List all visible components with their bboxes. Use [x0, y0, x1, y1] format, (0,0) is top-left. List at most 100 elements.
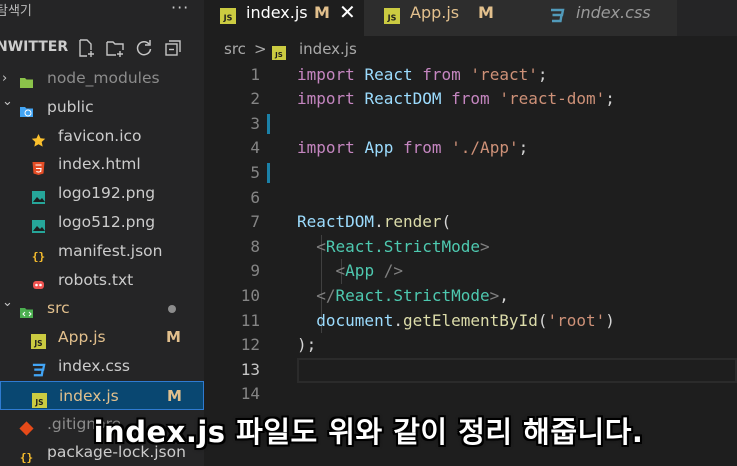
line-number: 10: [240, 285, 260, 305]
js-icon: JS: [220, 6, 236, 24]
line-number: 4: [250, 138, 260, 158]
line-number: 11: [240, 310, 260, 330]
code-token: React.StrictMode: [325, 236, 481, 256]
line-number: 13: [240, 359, 260, 379]
gutter-change-marker: [267, 113, 270, 134]
code-token: 'react-dom': [499, 89, 606, 109]
code-line[interactable]: ReactDOM.render(: [297, 210, 451, 235]
code-token: ;: [518, 138, 529, 158]
svg-text:JS: JS: [274, 51, 283, 59]
node-folder-icon: [19, 71, 34, 88]
more-actions-icon[interactable]: ···: [171, 0, 189, 17]
code-line[interactable]: <App />: [297, 259, 403, 284]
code-token: ;: [537, 64, 548, 84]
code-token: React: [364, 64, 413, 84]
tree-item-index-css[interactable]: index.css: [0, 352, 204, 381]
image-icon: [31, 215, 46, 233]
code-line[interactable]: );: [297, 333, 316, 358]
tree-item-favicon-ico[interactable]: favicon.ico: [0, 122, 204, 151]
tree-item-label: favicon.ico: [58, 126, 142, 145]
collapse-all-icon[interactable]: [163, 38, 183, 58]
tab-modified-badge: M: [314, 3, 330, 22]
code-token: from: [422, 64, 461, 84]
tree-item-robots-txt[interactable]: robots.txt: [0, 266, 204, 295]
code-token: App: [364, 138, 394, 158]
tab-app-js[interactable]: JS App.js M: [364, 0, 527, 36]
tree-item-label: index.css: [58, 357, 131, 375]
code-token: App: [345, 261, 375, 281]
explorer-title: 탐색기: [0, 4, 32, 19]
explorer-sidebar: 탐색기 ··· NWITTER › node_modules ⌄ public favi…: [0, 0, 204, 466]
tab-label: App.js: [410, 3, 460, 22]
image-icon: [31, 186, 46, 205]
tree-item-app-js[interactable]: JS App.js M: [0, 323, 204, 352]
code-line[interactable]: import ReactDOM from 'react-dom';: [297, 87, 615, 112]
tab-label: index.css: [576, 3, 651, 22]
globe-folder-icon: [19, 100, 34, 117]
line-number: 6: [250, 187, 260, 207]
explorer-project-header[interactable]: NWITTER: [0, 36, 204, 62]
css-icon: [31, 359, 46, 377]
chevron-down-icon[interactable]: ⌄: [2, 288, 13, 317]
new-file-icon[interactable]: [76, 38, 96, 58]
breadcrumb-folder[interactable]: src: [224, 36, 246, 62]
code-line[interactable]: </React.StrictMode>,: [297, 284, 509, 309]
line-number: 8: [250, 236, 260, 256]
breadcrumb-file[interactable]: index.js: [299, 36, 357, 62]
refresh-icon[interactable]: [134, 38, 154, 58]
modified-dot-icon: [168, 305, 176, 314]
star-icon: [31, 129, 46, 147]
new-folder-icon[interactable]: [105, 38, 125, 58]
current-line-highlight: [297, 357, 737, 383]
js-icon: JS: [384, 6, 400, 24]
line-number: 12: [240, 335, 260, 355]
tree-item-label: src: [47, 299, 70, 318]
tree-item-index-html[interactable]: index.html: [0, 150, 204, 179]
tree-item-logo192-png[interactable]: logo192.png: [0, 179, 204, 208]
code-line[interactable]: import App from './App';: [297, 136, 528, 161]
project-name: NWITTER: [0, 39, 69, 55]
code-token: />: [383, 261, 403, 281]
code-token: >: [489, 285, 500, 305]
code-line[interactable]: <React.StrictMode>: [297, 235, 490, 260]
tree-item-node-modules[interactable]: › node_modules: [0, 64, 204, 93]
tree-item-label: logo192.png: [58, 184, 156, 203]
tree-item-manifest-json[interactable]: {} manifest.json: [0, 237, 204, 266]
git-modified-badge: M: [166, 328, 181, 347]
code-line[interactable]: import React from 'react';: [297, 63, 548, 88]
code-token: import: [297, 89, 355, 109]
code-token: );: [297, 335, 317, 355]
code-line[interactable]: document.getElementById('root'): [297, 309, 615, 334]
subtitle-caption: index.js 파일도 위와 같이 정리 해줍니다.: [93, 415, 644, 449]
chevron-down-icon[interactable]: ⌄: [2, 87, 13, 116]
code-token: ReactDOM: [364, 89, 442, 109]
line-number: 5: [250, 162, 260, 182]
tree-item-src[interactable]: ⌄ src: [0, 294, 204, 323]
tab-index-js[interactable]: JS index.js M ✕: [204, 0, 364, 36]
code-token: import: [297, 64, 355, 84]
js-icon: JS: [272, 42, 286, 60]
close-icon[interactable]: ✕: [339, 0, 356, 25]
tree-item-logo512-png[interactable]: logo512.png: [0, 208, 204, 237]
breadcrumb-separator: >: [254, 40, 267, 58]
code-token: <: [316, 236, 326, 256]
tab-index-css[interactable]: index.css: [527, 0, 677, 36]
code-token: document: [316, 310, 394, 330]
code-token: from: [402, 138, 442, 158]
svg-text:{}: {}: [32, 250, 45, 263]
line-number: 9: [250, 261, 260, 281]
code-token: >: [480, 236, 490, 256]
tree-item-public[interactable]: ⌄ public: [0, 93, 204, 122]
code-token: getElementById: [402, 310, 538, 330]
tree-item-label: manifest.json: [58, 241, 163, 260]
code-token: from: [451, 89, 490, 109]
code-token: ): [605, 310, 615, 330]
